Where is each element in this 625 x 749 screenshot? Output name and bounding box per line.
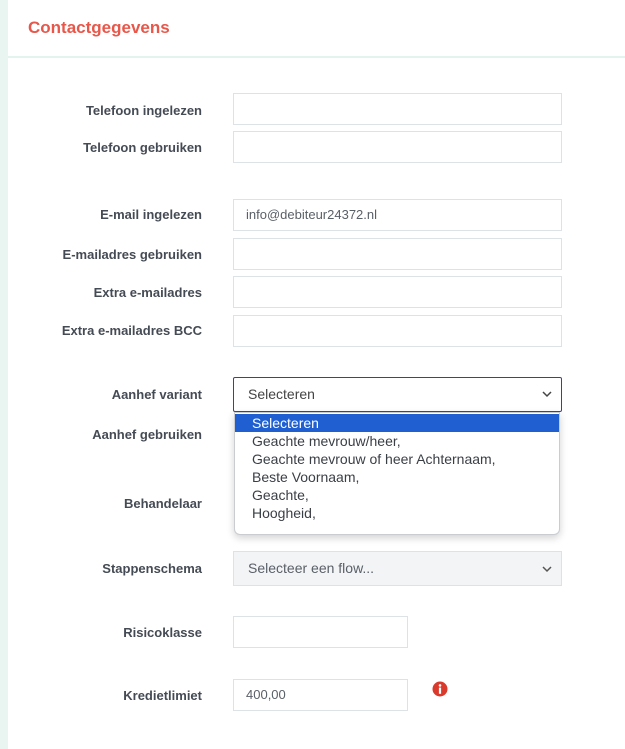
dropdown-option[interactable]: Geachte, xyxy=(235,486,559,504)
kredietlimiet-input[interactable]: 400,00 xyxy=(233,679,408,711)
telefoon-ingelezen-input[interactable] xyxy=(233,93,562,125)
dropdown-option[interactable]: Geachte mevrouw of heer Achternaam, xyxy=(235,450,559,468)
email-ingelezen-label: E-mail ingelezen xyxy=(100,207,202,222)
stappenschema-value: Selecteer een flow... xyxy=(248,560,375,576)
chevron-down-icon xyxy=(542,391,552,398)
aanhef-variant-dropdown: Selecteren Geachte mevrouw/heer, Geachte… xyxy=(234,412,560,535)
emailadres-gebruiken-label: E-mailadres gebruiken xyxy=(62,247,202,262)
aanhef-gebruiken-label: Aanhef gebruiken xyxy=(92,427,202,442)
extra-emailadres-bcc-input[interactable] xyxy=(233,315,562,347)
panel-header: Contactgegevens xyxy=(8,0,625,58)
telefoon-gebruiken-input[interactable] xyxy=(233,131,562,163)
aanhef-variant-select[interactable]: Selecteren xyxy=(233,377,562,412)
dropdown-option[interactable]: Selecteren xyxy=(235,414,559,432)
stappenschema-label: Stappenschema xyxy=(102,561,202,576)
extra-emailadres-label: Extra e-mailadres xyxy=(93,285,202,300)
telefoon-gebruiken-label: Telefoon gebruiken xyxy=(83,140,202,155)
risicoklasse-input[interactable] xyxy=(233,616,408,648)
behandelaar-label: Behandelaar xyxy=(123,496,202,511)
contact-panel: Contactgegevens Telefoon ingelezen Telef… xyxy=(8,0,625,749)
telefoon-ingelezen-label: Telefoon ingelezen xyxy=(85,103,202,118)
chevron-down-icon xyxy=(542,566,552,573)
extra-emailadres-bcc-label: Extra e-mailadres BCC xyxy=(61,323,202,338)
page-title: Contactgegevens xyxy=(28,18,170,37)
info-icon[interactable] xyxy=(432,681,448,697)
email-ingelezen-input[interactable]: info@debiteur24372.nl xyxy=(233,199,562,231)
kredietlimiet-label: Kredietlimiet xyxy=(123,688,202,703)
emailadres-gebruiken-input[interactable] xyxy=(233,238,562,270)
extra-emailadres-input[interactable] xyxy=(233,276,562,308)
stappenschema-select[interactable]: Selecteer een flow... xyxy=(233,551,562,586)
aanhef-variant-value: Selecteren xyxy=(248,386,315,402)
dropdown-option[interactable]: Beste Voornaam, xyxy=(235,468,559,486)
risicoklasse-label: Risicoklasse xyxy=(123,625,202,640)
aanhef-variant-label: Aanhef variant xyxy=(111,387,202,402)
dropdown-option[interactable]: Geachte mevrouw/heer, xyxy=(235,432,559,450)
dropdown-option[interactable]: Hoogheid, xyxy=(235,504,559,522)
